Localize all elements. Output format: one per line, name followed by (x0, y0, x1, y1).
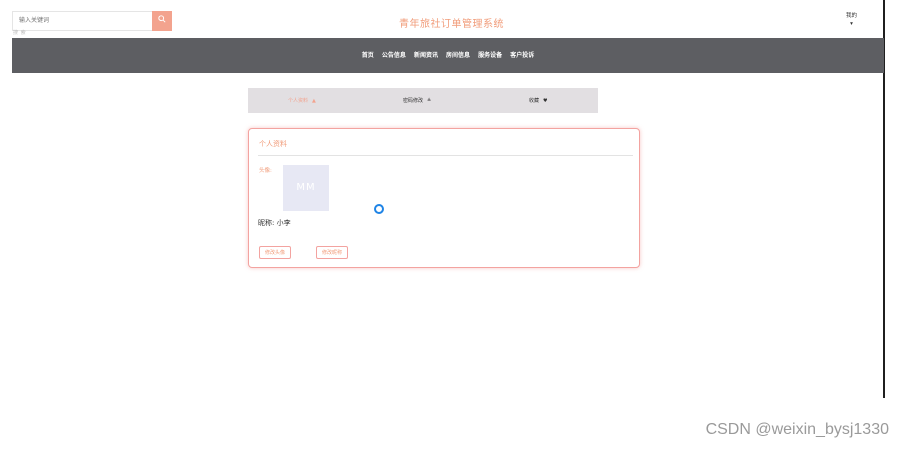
avatar-label: 头像: (259, 168, 272, 174)
avatar: MM (283, 165, 329, 211)
nickname-label: 昵称: (258, 219, 277, 227)
main-nav: 首页 公告信息 新闻资讯 房间信息 服务设备 客户投诉 (12, 38, 884, 73)
profile-card: 个人资料 头像: MM 昵称: 小李 修改头像 修改昵称 (248, 128, 640, 268)
nav-list: 首页 公告信息 新闻资讯 房间信息 服务设备 客户投诉 (12, 38, 884, 73)
heart-icon: ♥ (543, 98, 548, 104)
divider (258, 155, 633, 156)
watermark: CSDN @weixin_bysj1330 (705, 421, 889, 438)
nav-item-news[interactable]: 新闻资讯 (414, 38, 438, 73)
profile-tabs: 个人资料 ▲ 密码修改 ≜ 收藏 ♥ (248, 88, 598, 113)
nav-item-rooms[interactable]: 房间信息 (446, 38, 470, 73)
tab-profile-label: 个人资料 (288, 98, 309, 104)
tab-password-label: 密码修改 (403, 98, 424, 104)
mouse-cursor-indicator (374, 204, 384, 214)
nickname-row: 昵称: 小李 (258, 218, 291, 228)
user-menu[interactable]: 我的 ▾ (846, 12, 857, 28)
nav-item-complaints[interactable]: 客户投诉 (510, 38, 534, 73)
lock-icon: ≜ (427, 98, 432, 104)
change-nickname-button[interactable]: 修改昵称 (316, 246, 349, 259)
card-title: 个人资料 (259, 140, 287, 148)
nav-item-announcements[interactable]: 公告信息 (382, 38, 406, 73)
user-icon: ▲ (312, 98, 316, 104)
tab-profile[interactable]: 个人资料 ▲ (288, 88, 316, 113)
change-avatar-button[interactable]: 修改头像 (259, 246, 292, 259)
tab-favorites[interactable]: 收藏 ♥ (529, 88, 548, 113)
user-menu-label: 我的 (845, 13, 857, 19)
page: 搜 索 青年旅社订单管理系统 我的 ▾ 首页 公告信息 新闻资讯 房间信息 服务… (0, 0, 903, 451)
nav-item-services[interactable]: 服务设备 (478, 38, 502, 73)
tab-favorites-label: 收藏 (529, 98, 540, 104)
site-title: 青年旅社订单管理系统 (399, 19, 504, 30)
nav-item-home[interactable]: 首页 (362, 38, 374, 73)
chevron-down-icon: ▾ (850, 21, 853, 27)
search-hint: 搜 索 (13, 30, 27, 36)
tab-password[interactable]: 密码修改 ≜ (403, 88, 431, 113)
nickname-value: 小李 (276, 219, 291, 227)
